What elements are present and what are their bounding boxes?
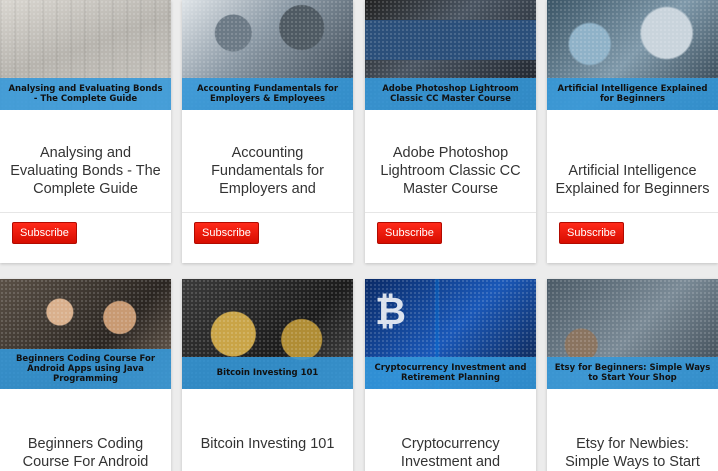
course-title[interactable]: Cryptocurrency Investment and bbox=[365, 389, 536, 471]
course-card[interactable]: Beginners Coding Course For Android Apps… bbox=[0, 279, 171, 471]
course-card[interactable]: ₿ Cryptocurrency Investment and Retireme… bbox=[365, 279, 536, 471]
course-thumbnail[interactable]: ₿ Cryptocurrency Investment and Retireme… bbox=[365, 279, 536, 389]
subscribe-button[interactable]: Subscribe bbox=[377, 221, 442, 244]
course-card[interactable]: Bitcoin Investing 101 Bitcoin Investing … bbox=[182, 279, 353, 471]
thumbnail-caption-band: Bitcoin Investing 101 bbox=[182, 357, 353, 389]
card-footer: Subscribe bbox=[547, 212, 718, 252]
course-card[interactable]: Etsy for Beginners: Simple Ways to Start… bbox=[547, 279, 718, 471]
course-grid: Analysing and Evaluating Bonds - The Com… bbox=[0, 0, 718, 471]
thumbnail-caption-band: Accounting Fundamentals for Employers & … bbox=[182, 78, 353, 110]
course-title[interactable]: Adobe Photoshop Lightroom Classic CC Mas… bbox=[365, 110, 536, 212]
course-thumbnail[interactable]: Analysing and Evaluating Bonds - The Com… bbox=[0, 0, 171, 110]
thumbnail-caption-band: Artificial Intelligence Explained for Be… bbox=[547, 78, 718, 110]
thumbnail-caption: Analysing and Evaluating Bonds - The Com… bbox=[8, 84, 163, 104]
course-title[interactable]: Bitcoin Investing 101 bbox=[182, 389, 353, 471]
card-footer: Subscribe bbox=[182, 212, 353, 252]
course-title-text[interactable]: Beginners Coding Course For Android bbox=[8, 435, 163, 471]
card-footer: Subscribe bbox=[365, 212, 536, 252]
course-card[interactable]: Analysing and Evaluating Bonds - The Com… bbox=[0, 0, 171, 263]
thumbnail-caption-band: Analysing and Evaluating Bonds - The Com… bbox=[0, 78, 171, 110]
course-title-text[interactable]: Accounting Fundamentals for Employers an… bbox=[190, 144, 345, 198]
course-title[interactable]: Beginners Coding Course For Android bbox=[0, 389, 171, 471]
thumbnail-caption-band: Etsy for Beginners: Simple Ways to Start… bbox=[547, 357, 718, 389]
course-title[interactable]: Accounting Fundamentals for Employers an… bbox=[182, 110, 353, 212]
thumbnail-caption: Accounting Fundamentals for Employers & … bbox=[196, 84, 339, 104]
course-thumbnail[interactable]: Bitcoin Investing 101 bbox=[182, 279, 353, 389]
subscribe-button[interactable]: Subscribe bbox=[194, 221, 259, 244]
course-title-text[interactable]: Adobe Photoshop Lightroom Classic CC Mas… bbox=[373, 144, 528, 198]
course-title-text[interactable]: Bitcoin Investing 101 bbox=[201, 435, 335, 453]
subscribe-button[interactable]: Subscribe bbox=[12, 221, 77, 244]
course-title-text[interactable]: Cryptocurrency Investment and bbox=[373, 435, 528, 471]
course-card[interactable]: Adobe Photoshop Lightroom Classic CC Mas… bbox=[365, 0, 536, 263]
course-title[interactable]: Analysing and Evaluating Bonds - The Com… bbox=[0, 110, 171, 212]
course-title-text[interactable]: Etsy for Newbies: Simple Ways to Start bbox=[555, 435, 710, 471]
course-thumbnail[interactable]: Beginners Coding Course For Android Apps… bbox=[0, 279, 171, 389]
subscribe-button[interactable]: Subscribe bbox=[559, 221, 624, 244]
course-title[interactable]: Etsy for Newbies: Simple Ways to Start bbox=[547, 389, 718, 471]
thumbnail-caption-band: Cryptocurrency Investment and Retirement… bbox=[365, 357, 536, 389]
thumbnail-caption-band: Adobe Photoshop Lightroom Classic CC Mas… bbox=[365, 78, 536, 110]
thumbnail-caption: Bitcoin Investing 101 bbox=[216, 368, 319, 378]
thumbnail-caption: Beginners Coding Course For Android Apps… bbox=[15, 354, 156, 384]
course-title-text[interactable]: Artificial Intelligence Explained for Be… bbox=[555, 162, 710, 198]
course-thumbnail[interactable]: Adobe Photoshop Lightroom Classic CC Mas… bbox=[365, 0, 536, 110]
course-thumbnail[interactable]: Artificial Intelligence Explained for Be… bbox=[547, 0, 718, 110]
course-card[interactable]: Artificial Intelligence Explained for Be… bbox=[547, 0, 718, 263]
thumbnail-caption: Etsy for Beginners: Simple Ways to Start… bbox=[554, 363, 711, 383]
card-footer: Subscribe bbox=[0, 212, 171, 252]
course-title-text[interactable]: Analysing and Evaluating Bonds - The Com… bbox=[8, 144, 163, 198]
thumbnail-caption: Artificial Intelligence Explained for Be… bbox=[557, 84, 708, 104]
thumbnail-caption: Adobe Photoshop Lightroom Classic CC Mas… bbox=[382, 84, 519, 104]
course-title[interactable]: Artificial Intelligence Explained for Be… bbox=[547, 110, 718, 212]
course-thumbnail[interactable]: Accounting Fundamentals for Employers & … bbox=[182, 0, 353, 110]
course-thumbnail[interactable]: Etsy for Beginners: Simple Ways to Start… bbox=[547, 279, 718, 389]
thumbnail-caption-band: Beginners Coding Course For Android Apps… bbox=[0, 349, 171, 389]
course-card[interactable]: Accounting Fundamentals for Employers & … bbox=[182, 0, 353, 263]
thumbnail-caption: Cryptocurrency Investment and Retirement… bbox=[374, 363, 527, 383]
